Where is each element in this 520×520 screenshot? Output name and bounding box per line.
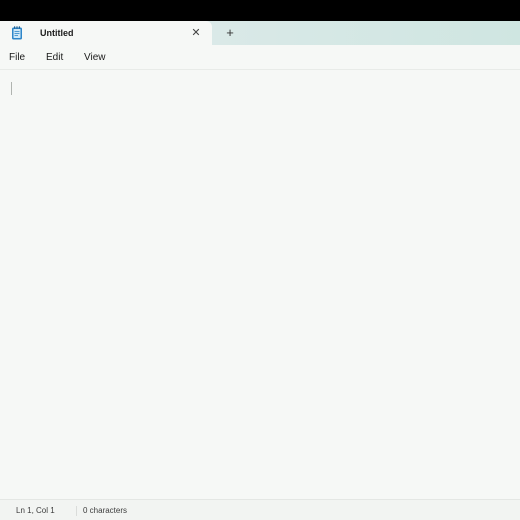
menu-file[interactable]: File	[9, 51, 25, 64]
new-tab-button[interactable]: +	[222, 26, 238, 40]
notepad-icon	[11, 26, 23, 40]
status-separator	[76, 506, 77, 516]
text-editor[interactable]	[0, 70, 520, 497]
menu-edit[interactable]: Edit	[46, 51, 63, 64]
tab-untitled[interactable]: Untitled ✕	[0, 21, 212, 45]
character-count: 0 characters	[83, 506, 128, 515]
menu-bar: File Edit View	[0, 45, 520, 70]
menu-view[interactable]: View	[84, 51, 106, 64]
tab-title: Untitled	[40, 28, 74, 38]
screen-top-bar	[0, 0, 520, 21]
close-tab-icon[interactable]: ✕	[189, 26, 203, 40]
text-caret	[11, 82, 12, 95]
notepad-window: Untitled ✕ + File Edit View Ln 1, Col 1 …	[0, 21, 520, 520]
tab-strip: Untitled ✕ +	[0, 21, 520, 45]
cursor-position: Ln 1, Col 1	[16, 506, 55, 515]
status-bar: Ln 1, Col 1 0 characters	[0, 499, 520, 520]
